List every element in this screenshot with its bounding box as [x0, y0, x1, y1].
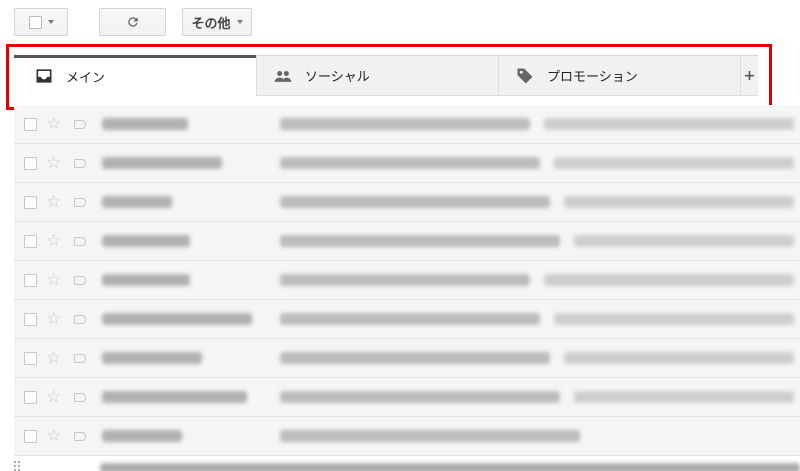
row-checkbox[interactable] — [24, 429, 37, 443]
star-icon[interactable]: ☆ — [46, 427, 61, 445]
snippet-blurred — [564, 352, 794, 364]
star-icon[interactable]: ☆ — [46, 115, 61, 133]
importance-marker-icon[interactable] — [74, 353, 86, 363]
row-checkbox[interactable] — [24, 312, 37, 326]
drag-handle-icon[interactable] — [14, 461, 20, 471]
row-checkbox[interactable] — [24, 195, 37, 209]
subject-blurred — [280, 313, 540, 325]
tab-main-label: メイン — [66, 70, 106, 86]
importance-marker-icon[interactable] — [74, 275, 86, 285]
snippet-blurred — [100, 463, 800, 471]
subject-blurred — [280, 157, 540, 169]
category-tabs: メイン ソーシャル プロモーション + — [14, 55, 758, 96]
subject-blurred — [280, 118, 530, 130]
add-tab-button[interactable]: + — [741, 56, 758, 96]
more-button-label: その他 — [191, 16, 231, 32]
row-checkbox[interactable] — [24, 156, 37, 170]
sender-blurred — [102, 391, 247, 403]
email-row[interactable]: ☆ — [14, 144, 800, 183]
chevron-down-icon — [236, 20, 243, 24]
email-row[interactable]: ☆ — [14, 417, 800, 456]
star-icon[interactable]: ☆ — [46, 193, 61, 211]
tab-promotions-label: プロモーション — [547, 70, 638, 85]
star-icon[interactable]: ☆ — [46, 388, 61, 406]
tab-social[interactable]: ソーシャル — [257, 56, 499, 96]
select-checkbox-dropdown[interactable] — [14, 8, 68, 36]
email-list: ☆ ☆ ☆ ☆ ☆ ☆ ☆ ☆ ☆ — [14, 105, 800, 456]
row-checkbox[interactable] — [24, 390, 37, 404]
importance-marker-icon[interactable] — [74, 158, 86, 168]
sender-blurred — [102, 118, 188, 130]
email-row[interactable]: ☆ — [14, 339, 800, 378]
subject-blurred — [280, 391, 560, 403]
refresh-button[interactable] — [99, 8, 166, 36]
email-row[interactable]: ☆ — [14, 261, 800, 300]
plus-icon: + — [743, 67, 756, 84]
toolbar: その他 — [0, 0, 800, 44]
snippet-blurred — [564, 196, 794, 208]
star-icon[interactable]: ☆ — [46, 310, 61, 328]
star-icon[interactable]: ☆ — [46, 154, 61, 172]
subject-blurred — [280, 235, 560, 247]
partial-row — [14, 459, 800, 471]
sender-blurred — [102, 313, 252, 325]
sender-blurred — [102, 352, 202, 364]
subject-blurred — [280, 274, 530, 286]
tab-main[interactable]: メイン — [14, 55, 257, 96]
email-row[interactable]: ☆ — [14, 222, 800, 261]
people-icon — [271, 66, 295, 86]
email-row[interactable]: ☆ — [14, 300, 800, 339]
star-icon[interactable]: ☆ — [46, 349, 61, 367]
snippet-blurred — [544, 118, 794, 130]
snippet-blurred — [554, 157, 794, 169]
sender-blurred — [102, 274, 190, 286]
chevron-down-icon — [47, 20, 54, 24]
email-row[interactable]: ☆ — [14, 183, 800, 222]
sender-blurred — [102, 235, 190, 247]
star-icon[interactable]: ☆ — [46, 271, 61, 289]
subject-blurred — [280, 352, 550, 364]
refresh-icon — [127, 17, 138, 27]
star-icon[interactable]: ☆ — [46, 232, 61, 250]
row-checkbox[interactable] — [24, 273, 37, 287]
tab-social-label: ソーシャル — [305, 70, 370, 85]
email-row[interactable]: ☆ — [14, 105, 800, 144]
row-checkbox[interactable] — [24, 117, 37, 131]
importance-marker-icon[interactable] — [74, 236, 86, 246]
tag-icon — [513, 66, 537, 86]
row-checkbox[interactable] — [24, 234, 37, 248]
importance-marker-icon[interactable] — [74, 197, 86, 207]
select-all-checkbox[interactable] — [28, 15, 42, 29]
snippet-blurred — [574, 235, 794, 247]
inbox-icon — [32, 66, 56, 86]
email-row[interactable]: ☆ — [14, 378, 800, 417]
snippet-blurred — [544, 274, 794, 286]
importance-marker-icon[interactable] — [74, 119, 86, 129]
sender-blurred — [102, 430, 182, 442]
row-checkbox[interactable] — [24, 351, 37, 365]
subject-blurred — [280, 430, 580, 442]
subject-blurred — [280, 196, 550, 208]
snippet-blurred — [554, 313, 794, 325]
importance-marker-icon[interactable] — [74, 314, 86, 324]
sender-blurred — [102, 196, 172, 208]
importance-marker-icon[interactable] — [74, 431, 86, 441]
sender-blurred — [102, 157, 222, 169]
snippet-blurred — [574, 391, 794, 403]
tab-promotions[interactable]: プロモーション — [499, 56, 741, 96]
more-button[interactable]: その他 — [182, 8, 252, 36]
importance-marker-icon[interactable] — [74, 392, 86, 402]
